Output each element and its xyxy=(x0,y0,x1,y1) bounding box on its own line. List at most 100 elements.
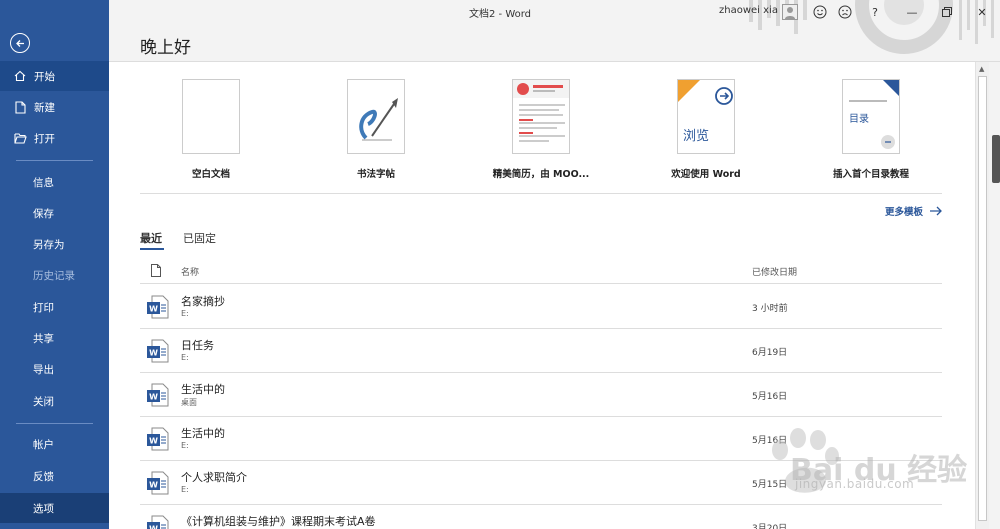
svg-text:W: W xyxy=(149,481,158,490)
home-icon xyxy=(13,69,27,83)
tab-pinned[interactable]: 已固定 xyxy=(183,230,216,246)
more-templates-link[interactable]: 更多模板 xyxy=(885,204,943,218)
sidebar-item-label: 打印 xyxy=(33,301,54,314)
minimize-icon: — xyxy=(906,5,918,19)
scroll-up-icon[interactable]: ▲ xyxy=(979,65,984,73)
svg-text:W: W xyxy=(149,305,158,314)
user-avatar[interactable] xyxy=(779,2,801,22)
sidebar-item-print[interactable]: 打印 xyxy=(0,292,109,322)
back-arrow-icon xyxy=(15,39,24,47)
folder-open-icon xyxy=(13,131,27,145)
template-resume[interactable]: 精美简历，由 MOO... xyxy=(466,79,616,180)
template-blank-document[interactable]: 空白文档 xyxy=(136,79,286,180)
sidebar-item-open[interactable]: 打开 xyxy=(0,123,109,153)
avatar-icon xyxy=(782,4,798,20)
template-thumbnail xyxy=(512,79,570,154)
sidebar-item-feedback[interactable]: 反馈 xyxy=(0,461,109,491)
template-label: 书法字帖 xyxy=(356,169,395,180)
sidebar-item-options[interactable]: 选项 xyxy=(0,493,109,523)
sidebar-item-new[interactable]: 新建 xyxy=(0,92,109,122)
watermark-subtext: jingyan.baidu.com xyxy=(795,477,915,491)
word-doc-icon: W xyxy=(147,471,169,495)
template-thumb-text: 浏览 xyxy=(683,129,710,144)
recent-file-row[interactable]: W 日任务 E: 6月19日 xyxy=(140,329,942,373)
template-toc-tutorial[interactable]: 目录 插入首个目录教程 xyxy=(796,79,946,180)
file-name: 《计算机组装与维护》课程期末考试A卷 xyxy=(181,515,376,528)
svg-text:W: W xyxy=(149,393,158,402)
more-templates-label: 更多模板 xyxy=(885,207,924,218)
sidebar-item-label: 另存为 xyxy=(33,238,65,251)
greeting-title: 晚上好 xyxy=(140,38,191,58)
sidebar-item-label: 信息 xyxy=(33,176,54,189)
word-doc-icon: W xyxy=(147,515,169,529)
template-welcome-word[interactable]: 浏览 欢迎使用 Word xyxy=(631,79,781,180)
minimize-button[interactable]: — xyxy=(901,2,923,22)
sidebar-item-account[interactable]: 帐户 xyxy=(0,429,109,459)
sidebar-divider xyxy=(16,423,93,424)
template-calligraphy[interactable]: 书法字帖 xyxy=(301,79,451,180)
file-name: 名家摘抄 xyxy=(181,295,225,308)
word-doc-icon: W xyxy=(147,339,169,363)
word-doc-icon: W xyxy=(147,295,169,319)
send-smile-button[interactable] xyxy=(809,2,831,22)
help-button[interactable]: ? xyxy=(864,2,886,22)
sidebar-divider xyxy=(16,160,93,161)
sidebar-item-label: 选项 xyxy=(33,502,54,515)
sidebar-item-save[interactable]: 保存 xyxy=(0,198,109,228)
sidebar-item-save-as[interactable]: 另存为 xyxy=(0,229,109,259)
recent-file-row[interactable]: W 生活中的 桌面 5月16日 xyxy=(140,373,942,417)
sidebar-item-share[interactable]: 共享 xyxy=(0,323,109,353)
close-button[interactable]: ✕ xyxy=(971,2,993,22)
back-button[interactable] xyxy=(10,33,30,53)
file-modified-date: 5月16日 xyxy=(752,392,788,402)
sidebar-item-history: 历史记录 xyxy=(0,260,109,290)
template-label: 精美简历，由 MOO... xyxy=(492,169,590,180)
file-modified-date: 3 小时前 xyxy=(752,304,788,314)
sidebar-item-close[interactable]: 关闭 xyxy=(0,386,109,416)
title-bar: 文档2 - Word zhaowei xia ? — ✕ xyxy=(109,0,1000,54)
column-header-modified[interactable]: 已修改日期 xyxy=(752,265,797,278)
word-doc-icon: W xyxy=(147,383,169,407)
template-thumbnail: 目录 xyxy=(842,79,900,154)
tab-recent[interactable]: 最近 xyxy=(140,230,162,246)
template-thumbnail xyxy=(347,79,405,154)
column-header-name[interactable]: 名称 xyxy=(181,265,199,278)
file-location: E: xyxy=(181,485,189,494)
sidebar-item-home[interactable]: 开始 xyxy=(0,61,109,91)
send-frown-button[interactable] xyxy=(834,2,856,22)
file-modified-date: 5月16日 xyxy=(752,436,788,446)
recent-file-row[interactable]: W 《计算机组装与维护》课程期末考试A卷 3月20日 xyxy=(140,505,942,529)
sidebar-item-info[interactable]: 信息 xyxy=(0,167,109,197)
sidebar-item-label: 新建 xyxy=(34,101,55,114)
new-doc-icon xyxy=(13,100,27,114)
file-location: E: xyxy=(181,441,189,450)
file-modified-date: 6月19日 xyxy=(752,348,788,358)
file-name: 生活中的 xyxy=(181,427,225,440)
restore-button[interactable] xyxy=(936,2,958,22)
sidebar-item-label: 关闭 xyxy=(33,395,54,408)
recent-file-row[interactable]: W 名家摘抄 E: 3 小时前 xyxy=(140,285,942,329)
resume-preview-icon xyxy=(513,80,569,142)
user-name[interactable]: zhaowei xia xyxy=(719,5,778,16)
file-location: 桌面 xyxy=(181,398,197,407)
vertical-scrollbar[interactable]: ▲ xyxy=(975,62,989,529)
file-icon xyxy=(151,264,161,277)
file-name: 个人求职简介 xyxy=(181,471,247,484)
templates-divider xyxy=(140,193,942,194)
restore-icon xyxy=(942,7,952,17)
word-doc-icon: W xyxy=(147,427,169,451)
calligraphy-brush-icon xyxy=(359,98,398,141)
scrollbar-thumb[interactable] xyxy=(978,76,987,521)
sidebar-item-label: 保存 xyxy=(33,207,54,220)
sidebar-item-label: 开始 xyxy=(34,70,55,83)
template-label: 插入首个目录教程 xyxy=(832,169,909,180)
frown-icon xyxy=(838,5,852,19)
smile-icon xyxy=(813,5,827,19)
svg-text:W: W xyxy=(149,525,158,529)
sidebar-item-export[interactable]: 导出 xyxy=(0,354,109,384)
close-icon: ✕ xyxy=(977,5,987,19)
file-modified-date: 5月15日 xyxy=(752,480,788,490)
template-thumb-text: 目录 xyxy=(849,114,869,125)
svg-text:W: W xyxy=(149,437,158,446)
svg-text:W: W xyxy=(149,349,158,358)
